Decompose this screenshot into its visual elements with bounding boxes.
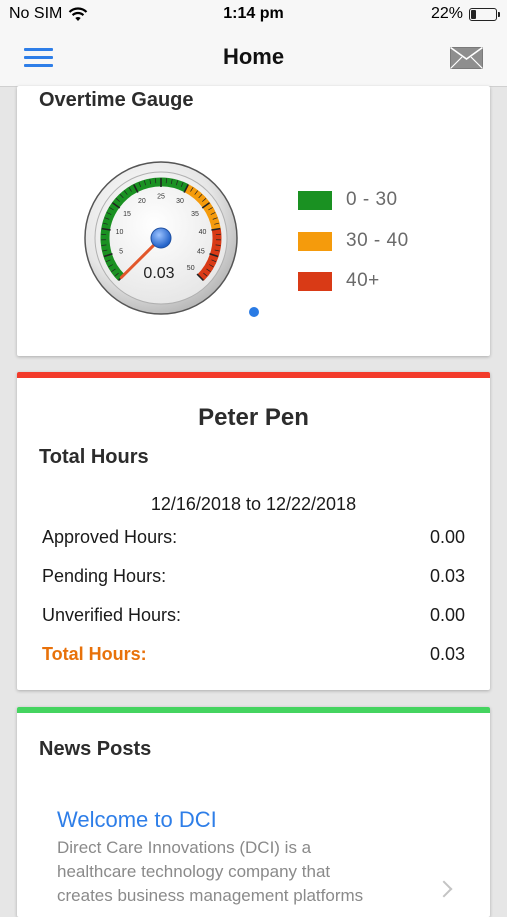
excerpt-line: creates business management platforms (57, 884, 387, 908)
gauge-value: 0.03 (143, 265, 174, 282)
gauge-card-title: Overtime Gauge (39, 89, 194, 112)
hours-row-approved: Approved Hours: 0.00 (42, 527, 465, 548)
legend-swatch-orange (298, 232, 332, 251)
employee-name: Peter Pen (17, 404, 490, 432)
row-value: 0.03 (430, 644, 465, 665)
row-label: Unverified Hours: (42, 605, 181, 626)
battery-fill (471, 10, 476, 19)
page-title: Home (0, 44, 507, 70)
gauge-tick-label: 5 (119, 248, 123, 255)
gauge-tick-label: 40 (199, 229, 207, 236)
overtime-gauge-card: Overtime Gauge 5 10 15 20 25 30 35 40 45 50 0.03 (17, 86, 490, 356)
gauge-tick-label: 25 (157, 194, 165, 201)
hours-row-pending: Pending Hours: 0.03 (42, 566, 465, 587)
total-hours-card: Peter Pen Total Hours 12/16/2018 to 12/2… (17, 372, 490, 690)
row-label: Approved Hours: (42, 527, 177, 548)
hours-row-unverified: Unverified Hours: 0.00 (42, 605, 465, 626)
card-accent-bar (17, 372, 490, 378)
battery-percent: 22% (431, 5, 463, 23)
envelope-icon[interactable] (450, 47, 483, 69)
legend-label: 0 - 30 (346, 189, 398, 211)
gauge-tick-label: 45 (197, 248, 205, 255)
row-value: 0.00 (430, 527, 465, 548)
overtime-gauge: 5 10 15 20 25 30 35 40 45 50 0.03 (81, 158, 241, 318)
gauge-tick-label: 30 (176, 198, 184, 205)
hours-card-title: Total Hours (39, 446, 149, 469)
gauge-tick-label: 50 (187, 265, 195, 272)
row-value: 0.00 (430, 605, 465, 626)
news-card-title: News Posts (39, 738, 151, 761)
status-bar: No SIM 1:14 pm 22% (0, 0, 507, 30)
row-value: 0.03 (430, 566, 465, 587)
legend-item: 0 - 30 (298, 189, 398, 211)
page-indicator-dot[interactable] (249, 307, 259, 317)
card-accent-bar (17, 707, 490, 713)
legend-label: 40+ (346, 270, 380, 292)
excerpt-line: Direct Care Innovations (DCI) is a (57, 836, 387, 860)
gauge-tick-label: 20 (138, 198, 146, 205)
gauge-tick-label: 35 (191, 211, 199, 218)
gauge-tick-label: 10 (116, 229, 124, 236)
nav-bar: Home (0, 30, 507, 87)
gauge-hub (151, 228, 171, 248)
legend-swatch-red (298, 272, 332, 291)
row-label: Pending Hours: (42, 566, 166, 587)
battery-nub (498, 12, 500, 17)
row-label: Total Hours: (42, 644, 147, 665)
status-right: 22% (431, 5, 497, 23)
news-posts-card: News Posts Welcome to DCI Direct Care In… (17, 707, 490, 917)
hours-row-total: Total Hours: 0.03 (42, 644, 465, 665)
legend-item: 40+ (298, 270, 380, 292)
legend-item: 30 - 40 (298, 230, 409, 252)
news-post-link[interactable]: Welcome to DCI (57, 807, 217, 833)
chevron-right-icon[interactable] (436, 881, 453, 898)
battery-icon (469, 8, 497, 21)
excerpt-line: healthcare technology company that (57, 860, 387, 884)
date-range: 12/16/2018 to 12/22/2018 (17, 494, 490, 515)
legend-swatch-green (298, 191, 332, 210)
news-post-excerpt: Direct Care Innovations (DCI) is a healt… (57, 836, 387, 908)
legend-label: 30 - 40 (346, 230, 409, 252)
gauge-tick-label: 15 (123, 211, 131, 218)
